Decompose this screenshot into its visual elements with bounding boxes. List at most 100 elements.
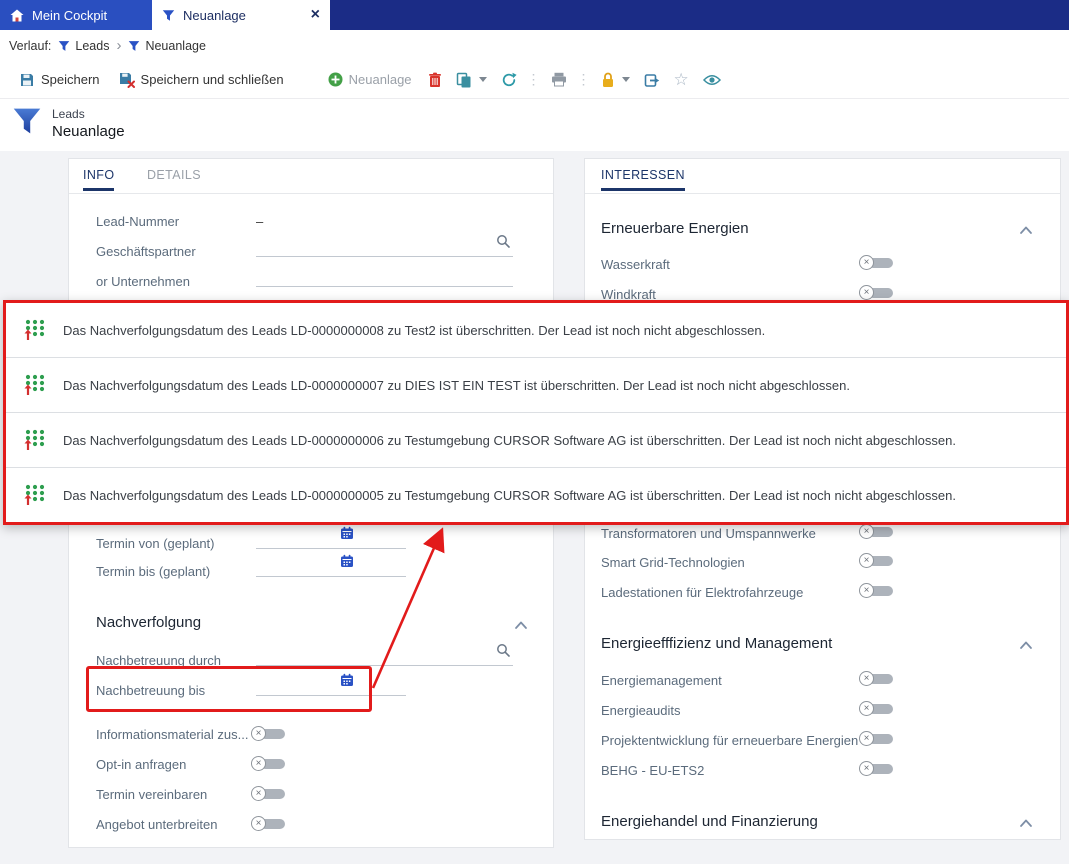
notification-row[interactable]: Das Nachverfolgungsdatum des Leads LD-00… <box>6 358 1066 413</box>
lead-number-value: – <box>256 214 263 229</box>
save-close-button[interactable]: Speichern und schließen <box>109 66 293 94</box>
takeover-button[interactable] <box>637 66 667 94</box>
renewables-section-title: Erneuerbare Energien <box>601 220 749 237</box>
tab-cockpit-label: Mein Cockpit <box>32 8 107 23</box>
interest-label: Ladestationen für Elektrofahrzeuge <box>601 585 803 600</box>
interest-label: BEHG - EU-ETS2 <box>601 763 704 778</box>
toggle-label: Termin vereinbaren <box>96 787 207 802</box>
notification-text: Das Nachverfolgungsdatum des Leads LD-00… <box>63 488 956 503</box>
efficiency-section-title: Energieefffizienz und Management <box>601 635 832 652</box>
page-title: Neuanlage <box>52 123 125 140</box>
energieaudits-toggle[interactable] <box>859 701 895 717</box>
followup-section-title: Nachverfolgung <box>96 614 201 631</box>
windkraft-toggle[interactable] <box>859 285 895 301</box>
ladestationen-toggle[interactable] <box>859 583 895 599</box>
printer-icon <box>551 72 567 87</box>
notification-popup: Das Nachverfolgungsdatum des Leads LD-00… <box>3 300 1069 525</box>
search-icon[interactable] <box>496 234 510 253</box>
tab-neuanlage[interactable]: Neuanlage × <box>152 0 330 30</box>
funnel-icon <box>162 9 175 22</box>
collapse-chevron-icon[interactable] <box>514 617 528 635</box>
collapse-chevron-icon[interactable] <box>1019 815 1033 833</box>
breadcrumb-prefix: Verlauf: <box>9 39 51 53</box>
offer-toggle[interactable] <box>251 816 287 832</box>
save-icon <box>19 72 35 88</box>
interest-label: Smart Grid-Technologien <box>601 555 745 570</box>
collapse-chevron-icon[interactable] <box>1019 222 1033 240</box>
plus-circle-icon <box>328 72 343 87</box>
save-label: Speichern <box>41 72 100 87</box>
tab-details[interactable]: DETAILS <box>147 168 201 182</box>
copy-icon <box>456 72 472 88</box>
toggle-label: Opt-in anfragen <box>96 757 186 772</box>
collapse-chevron-icon[interactable] <box>1019 637 1033 655</box>
energiemanagement-toggle[interactable] <box>859 671 895 687</box>
page-header: Leads Neuanlage <box>0 99 1069 151</box>
lock-icon <box>601 72 615 88</box>
star-icon: ☆ <box>674 71 689 88</box>
partner-input[interactable] <box>256 235 513 257</box>
behg-toggle[interactable] <box>859 761 895 777</box>
entity-name: Leads <box>52 107 85 121</box>
calendar-icon[interactable] <box>340 554 354 573</box>
company-input[interactable] <box>256 265 513 287</box>
toolbar: Speichern Speichern und schließen Neuanl… <box>0 61 1069 99</box>
breadcrumb-item-leads[interactable]: Leads <box>58 39 109 53</box>
notification-text: Das Nachverfolgungsdatum des Leads LD-00… <box>63 323 765 338</box>
interest-label: Transformatoren und Umspannwerke <box>601 526 816 541</box>
date-from-label: Termin von (geplant) <box>96 536 215 551</box>
breadcrumb-separator-icon: › <box>116 38 121 53</box>
info-material-toggle[interactable] <box>251 726 287 742</box>
save-button[interactable]: Speichern <box>10 66 109 94</box>
transformatoren-toggle[interactable] <box>859 524 895 540</box>
partner-label: Geschäftspartner <box>96 244 196 259</box>
save-close-label: Speichern und schließen <box>141 72 284 87</box>
date-to-label: Termin bis (geplant) <box>96 564 210 579</box>
toolbar-separator-icon: ⋮ <box>524 71 544 88</box>
breadcrumb-current-label: Neuanlage <box>145 39 205 53</box>
search-icon[interactable] <box>496 643 510 662</box>
tab-mein-cockpit[interactable]: Mein Cockpit <box>0 0 152 30</box>
home-icon <box>10 9 24 22</box>
breadcrumb-item-neuanlage[interactable]: Neuanlage <box>128 39 205 53</box>
company-label: or Unternehmen <box>96 274 190 289</box>
favorite-button[interactable]: ☆ <box>667 66 696 94</box>
tab-current-label: Neuanlage <box>183 8 246 23</box>
interests-panel-tabs: INTERESSEN <box>585 159 1060 194</box>
breadcrumb-leads-label: Leads <box>75 39 109 53</box>
notification-text: Das Nachverfolgungsdatum des Leads LD-00… <box>63 378 850 393</box>
annotation-highlight-box <box>86 666 372 712</box>
lock-button[interactable] <box>594 66 637 94</box>
new-lead-label: Neuanlage <box>349 72 412 87</box>
dropdown-caret-icon <box>622 77 630 82</box>
notification-row[interactable]: Das Nachverfolgungsdatum des Leads LD-00… <box>6 413 1066 468</box>
delete-button[interactable] <box>421 66 449 94</box>
tab-interessen[interactable]: INTERESSEN <box>601 168 685 191</box>
dropdown-caret-icon <box>479 77 487 82</box>
breadcrumb: Verlauf: Leads › Neuanlage <box>0 30 1069 61</box>
lead-overdue-icon <box>22 317 48 343</box>
wasserkraft-toggle[interactable] <box>859 255 895 271</box>
refresh-button[interactable] <box>494 66 524 94</box>
opt-in-toggle[interactable] <box>251 756 287 772</box>
print-button[interactable] <box>544 66 574 94</box>
toolbar-separator-icon: ⋮ <box>574 71 594 88</box>
copy-button[interactable] <box>449 66 494 94</box>
smart-grid-toggle[interactable] <box>859 553 895 569</box>
projektentwicklung-toggle[interactable] <box>859 731 895 747</box>
window-tabbar: Mein Cockpit Neuanlage × <box>0 0 1069 30</box>
annotation-arrow <box>355 518 455 698</box>
lead-number-label: Lead-Nummer <box>96 214 179 229</box>
new-lead-button[interactable]: Neuanlage <box>319 66 421 94</box>
tab-info[interactable]: INFO <box>83 168 114 191</box>
takeover-icon <box>644 72 660 88</box>
notification-row[interactable]: Das Nachverfolgungsdatum des Leads LD-00… <box>6 468 1066 522</box>
appointment-toggle[interactable] <box>251 786 287 802</box>
close-tab-icon[interactable]: × <box>311 7 320 23</box>
calendar-icon[interactable] <box>340 526 354 545</box>
notification-row[interactable]: Das Nachverfolgungsdatum des Leads LD-00… <box>6 303 1066 358</box>
interest-label: Energiemanagement <box>601 673 722 688</box>
lead-overdue-icon <box>22 427 48 453</box>
notification-text: Das Nachverfolgungsdatum des Leads LD-00… <box>63 433 956 448</box>
watch-button[interactable] <box>696 66 728 94</box>
